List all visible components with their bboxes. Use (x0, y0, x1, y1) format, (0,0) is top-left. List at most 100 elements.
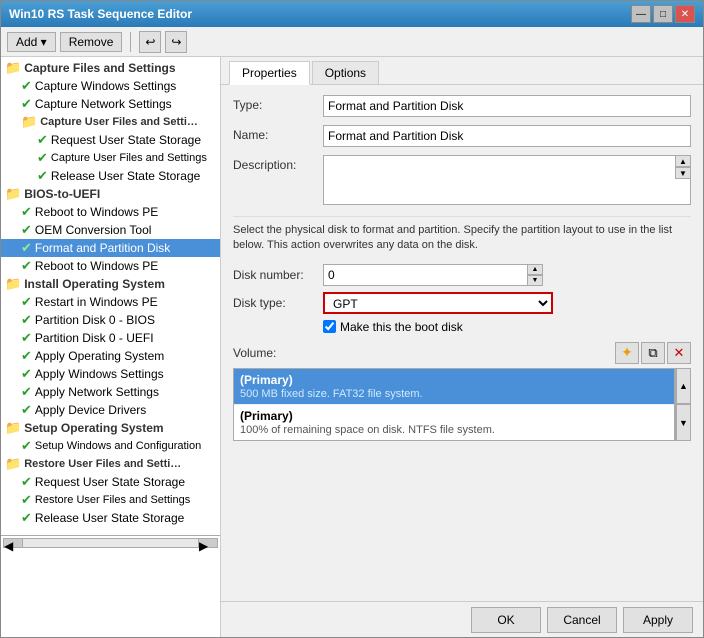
check-icon: ✔ (21, 348, 32, 364)
check-icon: ✔ (21, 240, 32, 256)
item-reboot-winpe-2[interactable]: ✔ Reboot to Windows PE (1, 257, 220, 275)
scroll-right[interactable]: ▶ (198, 538, 218, 548)
item-reboot-winpe[interactable]: ✔ Reboot to Windows PE (1, 203, 220, 221)
folder-icon: 📁 (5, 456, 21, 472)
main-content: 📁 Capture Files and Settings ✔ Capture W… (1, 57, 703, 637)
vol-delete-button[interactable]: ✕ (667, 342, 691, 364)
ok-button[interactable]: OK (471, 607, 541, 633)
check-icon: ✔ (21, 510, 32, 526)
add-button[interactable]: Add ▾ (7, 32, 56, 52)
item-restart-winpe[interactable]: ✔ Restart in Windows PE (1, 293, 220, 311)
item-label: Apply Operating System (35, 349, 164, 363)
disk-type-select[interactable]: GPT MBR (323, 292, 553, 314)
group-capture-user[interactable]: 📁 Capture User Files and Setti… (1, 113, 220, 131)
item-apply-windows[interactable]: ✔ Apply Windows Settings (1, 365, 220, 383)
item-release-user-state[interactable]: ✔ Release User State Storage (1, 167, 220, 185)
remove-button[interactable]: Remove (60, 32, 123, 52)
volume-list: (Primary) 500 MB fixed size. FAT32 file … (233, 368, 675, 441)
vol-desc-2: 100% of remaining space on disk. NTFS fi… (240, 424, 668, 436)
scroll-up-arrow[interactable]: ▲ (675, 155, 691, 167)
item-restore-user[interactable]: ✔ Restore User Files and Settings (1, 491, 220, 509)
check-icon: ✔ (21, 96, 32, 112)
group-restore-files[interactable]: 📁 Restore User Files and Setti… (1, 455, 220, 473)
name-input[interactable] (323, 125, 691, 147)
title-controls: — □ ✕ (631, 5, 695, 23)
folder-icon: 📁 (5, 420, 21, 436)
scroll-down-arrow[interactable]: ▼ (675, 167, 691, 179)
tab-properties[interactable]: Properties (229, 61, 310, 85)
item-setup-windows[interactable]: ✔ Setup Windows and Configuration (1, 437, 220, 455)
vol-scroll-up[interactable]: ▲ (676, 368, 691, 405)
minimize-button[interactable]: — (631, 5, 651, 23)
info-text: Select the physical disk to format and p… (233, 216, 691, 254)
item-apply-network[interactable]: ✔ Apply Network Settings (1, 383, 220, 401)
scrollbar-x[interactable]: ◀ ▶ (1, 535, 220, 549)
item-label: Release User State Storage (35, 511, 184, 525)
redo-icon[interactable]: ↪ (165, 31, 187, 53)
tab-options[interactable]: Options (312, 61, 379, 84)
item-capture-user-files[interactable]: ✔ Capture User Files and Settings (1, 149, 220, 167)
group-setup-os[interactable]: 📁 Setup Operating System (1, 419, 220, 437)
group-capture-files[interactable]: 📁 Capture Files and Settings (1, 59, 220, 77)
desc-value-wrap: ▲ ▼ (323, 155, 691, 208)
scroll-track (23, 538, 198, 548)
toolbar-separator (130, 32, 131, 52)
apply-button[interactable]: Apply (623, 607, 693, 633)
vol-scroll-down[interactable]: ▼ (676, 404, 691, 441)
item-apply-drivers[interactable]: ✔ Apply Device Drivers (1, 401, 220, 419)
boot-disk-checkbox[interactable] (323, 320, 336, 333)
volume-item-2[interactable]: (Primary) 100% of remaining space on dis… (234, 404, 674, 440)
vol-title-1: (Primary) (240, 373, 668, 387)
item-release-user-2[interactable]: ✔ Release User State Storage (1, 509, 220, 527)
disk-number-up[interactable]: ▲ (527, 264, 543, 275)
group-restore-label: Restore User Files and Setti… (24, 458, 181, 470)
item-apply-os[interactable]: ✔ Apply Operating System (1, 347, 220, 365)
item-request-user-state[interactable]: ✔ Request User State Storage (1, 131, 220, 149)
item-label: Apply Windows Settings (35, 367, 164, 381)
item-label: Restart in Windows PE (35, 295, 158, 309)
main-window: Win10 RS Task Sequence Editor — □ ✕ Add … (0, 0, 704, 638)
right-panel: Properties Options Type: Name: (221, 57, 703, 637)
type-input[interactable] (323, 95, 691, 117)
item-label: Capture Network Settings (35, 97, 172, 111)
group-bios-uefi[interactable]: 📁 BIOS-to-UEFI (1, 185, 220, 203)
undo-icon[interactable]: ↩ (139, 31, 161, 53)
scroll-left[interactable]: ◀ (3, 538, 23, 548)
disk-number-label: Disk number: (233, 268, 323, 282)
check-icon: ✔ (21, 438, 32, 454)
disk-number-input[interactable] (323, 264, 528, 286)
close-button[interactable]: ✕ (675, 5, 695, 23)
item-partition-uefi[interactable]: ✔ Partition Disk 0 - UEFI (1, 329, 220, 347)
boot-disk-row: Make this the boot disk (323, 320, 691, 334)
check-icon: ✔ (37, 168, 48, 184)
disk-number-row: Disk number: ▲ ▼ (233, 264, 691, 286)
volume-section: Volume: ✦ ⧉ ✕ (Primary) 500 MB fixed siz… (233, 342, 691, 441)
item-label: Partition Disk 0 - UEFI (35, 331, 154, 345)
cancel-button[interactable]: Cancel (547, 607, 617, 633)
disk-number-down[interactable]: ▼ (527, 275, 543, 286)
item-request-user-2[interactable]: ✔ Request User State Storage (1, 473, 220, 491)
item-format-partition[interactable]: ✔ Format and Partition Disk (1, 239, 220, 257)
properties-area: Type: Name: Description: (221, 85, 703, 601)
volume-item-1[interactable]: (Primary) 500 MB fixed size. FAT32 file … (234, 369, 674, 404)
group-setup-label: Setup Operating System (24, 421, 163, 435)
check-icon: ✔ (21, 492, 32, 508)
vol-add-button[interactable]: ✦ (615, 342, 639, 364)
group-install-os[interactable]: 📁 Install Operating System (1, 275, 220, 293)
item-oem-conversion[interactable]: ✔ OEM Conversion Tool (1, 221, 220, 239)
item-label: Request User State Storage (35, 475, 185, 489)
item-label: Capture User Files and Settings (51, 152, 207, 164)
volume-toolbar: ✦ ⧉ ✕ (615, 342, 691, 364)
check-icon: ✔ (21, 222, 32, 238)
item-capture-network[interactable]: ✔ Capture Network Settings (1, 95, 220, 113)
item-label: Release User State Storage (51, 169, 200, 183)
item-label: Restore User Files and Settings (35, 494, 190, 506)
vol-copy-button[interactable]: ⧉ (641, 342, 665, 364)
item-capture-windows[interactable]: ✔ Capture Windows Settings (1, 77, 220, 95)
item-partition-bios[interactable]: ✔ Partition Disk 0 - BIOS (1, 311, 220, 329)
desc-textarea[interactable] (323, 155, 691, 205)
folder-icon: 📁 (5, 276, 21, 292)
disk-number-wrap: ▲ ▼ (323, 264, 543, 286)
maximize-button[interactable]: □ (653, 5, 673, 23)
item-label: Reboot to Windows PE (35, 205, 158, 219)
